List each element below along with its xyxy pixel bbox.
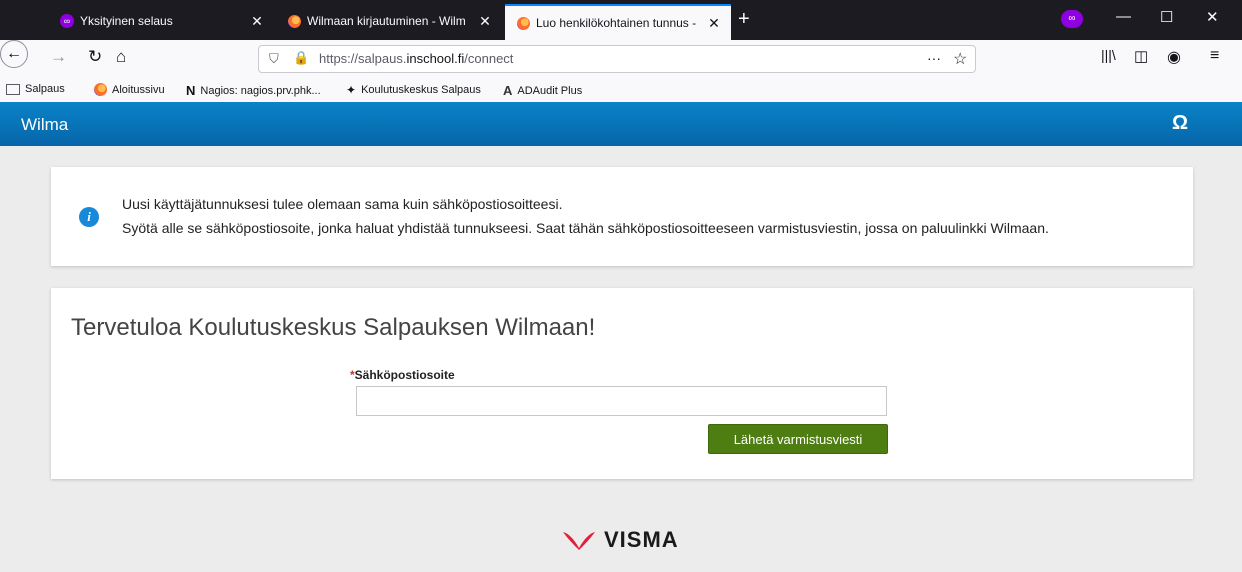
connect-form: Tervetuloa Koulutuskeskus Salpauksen Wil… — [51, 288, 1193, 479]
library-icon[interactable]: |||\ — [1101, 47, 1116, 63]
browser-tab-strip: ∞ Yksityinen selaus ✕ Wilmaan kirjautumi… — [0, 0, 1242, 40]
bookmark-nagios[interactable]: N Nagios: nagios.prv.phk... — [186, 83, 321, 98]
wilma-header: Wilma Ω — [0, 102, 1242, 146]
lock-icon[interactable]: 🔒 — [293, 50, 309, 66]
adaudit-icon: A — [503, 83, 513, 98]
email-label: *Sähköpostiosoite — [350, 368, 455, 382]
url-bar[interactable]: ⛉ 🔒 https://salpaus.inschool.fi/connect … — [258, 45, 976, 73]
send-verification-button[interactable]: Lähetä varmistusviesti — [708, 424, 888, 454]
close-tab-icon[interactable]: ✕ — [705, 15, 723, 32]
tab-create-account[interactable]: Luo henkilökohtainen tunnus - ✕ — [505, 4, 731, 40]
reload-icon[interactable]: ↻ — [88, 47, 102, 67]
new-tab-icon[interactable]: + — [738, 8, 750, 31]
info-line-2: Syötä alle se sähköpostiosoite, jonka ha… — [122, 220, 1049, 236]
tab-private-browsing[interactable]: ∞ Yksityinen selaus ✕ — [48, 6, 274, 36]
maximize-icon[interactable]: ☐ — [1160, 8, 1173, 26]
bookmark-koulutuskeskus-salpaus[interactable]: ✦ Koulutuskeskus Salpaus — [346, 83, 481, 97]
info-line-1: Uusi käyttäjätunnuksesi tulee olemaan sa… — [122, 196, 563, 212]
page-title: Tervetuloa Koulutuskeskus Salpauksen Wil… — [71, 314, 596, 341]
page-actions-icon[interactable]: ··· — [927, 50, 941, 66]
tab-label: Luo henkilökohtainen tunnus - — [536, 16, 697, 30]
info-icon: i — [79, 207, 99, 227]
bookmark-salpaus[interactable]: Salpaus — [6, 83, 65, 95]
sidebar-icon[interactable]: ◫ — [1134, 47, 1148, 65]
firefox-icon — [94, 83, 107, 96]
minimize-icon[interactable]: — — [1116, 8, 1131, 25]
bookmark-adaudit-plus[interactable]: A ADAudit Plus — [503, 83, 582, 98]
folder-icon — [6, 83, 20, 95]
back-button[interactable]: ← — [0, 40, 28, 68]
home-icon[interactable]: ⌂ — [116, 47, 126, 67]
brand-title[interactable]: Wilma — [21, 115, 68, 135]
firefox-icon — [517, 16, 530, 30]
close-tab-icon[interactable]: ✕ — [248, 13, 266, 30]
user-settings-icon[interactable]: Ω — [1172, 112, 1188, 135]
window-close-icon[interactable]: ✕ — [1206, 8, 1219, 26]
email-field[interactable] — [356, 386, 887, 416]
bookmark-star-icon[interactable]: ☆ — [953, 49, 967, 69]
url-text[interactable]: https://salpaus.inschool.fi/connect — [319, 51, 513, 66]
private-mask-icon: ∞ — [60, 14, 74, 28]
tracking-protection-icon[interactable]: ⛉ — [269, 51, 279, 67]
close-tab-icon[interactable]: ✕ — [476, 13, 494, 30]
tab-wilma-login[interactable]: Wilmaan kirjautuminen - Wilm ✕ — [276, 6, 502, 36]
bookmark-aloitussivu[interactable]: Aloitussivu — [94, 83, 165, 96]
visma-swoosh-icon — [563, 532, 595, 550]
bookmarks-toolbar: Salpaus Aloitussivu N Nagios: nagios.prv… — [0, 78, 1242, 102]
menu-icon[interactable]: ≡ — [1210, 47, 1219, 65]
salpaus-icon: ✦ — [346, 83, 357, 97]
private-browsing-indicator-icon: ∞ — [1061, 10, 1083, 28]
info-panel: i Uusi käyttäjätunnuksesi tulee olemaan … — [51, 167, 1193, 266]
nagios-icon: N — [186, 83, 196, 98]
firefox-icon — [288, 14, 301, 28]
visma-logo: VISMA — [562, 527, 679, 553]
visma-logo-text: VISMA — [604, 527, 679, 552]
forward-icon[interactable]: → — [50, 47, 67, 67]
navigation-toolbar: ← → ↻ ⌂ ⛉ 🔒 https://salpaus.inschool.fi/… — [0, 40, 1242, 78]
account-icon[interactable]: ◉ — [1167, 47, 1181, 67]
tab-label: Wilmaan kirjautuminen - Wilm — [307, 14, 466, 28]
tab-label: Yksityinen selaus — [80, 14, 173, 28]
